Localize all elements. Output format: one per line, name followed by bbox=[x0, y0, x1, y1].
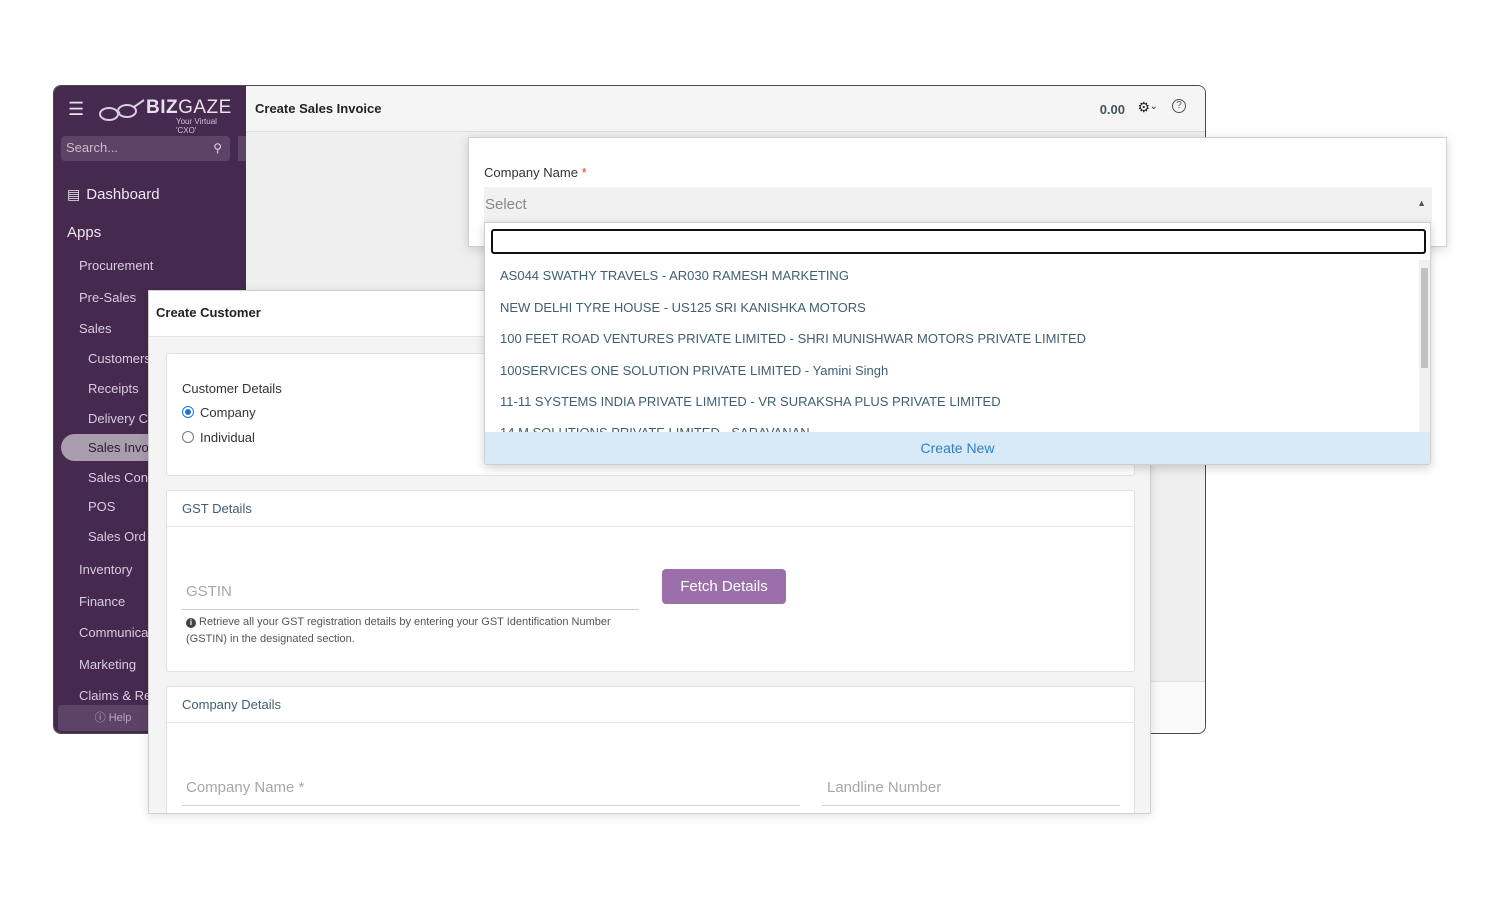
radio-company-label: Company bbox=[200, 405, 256, 420]
radio-company-button[interactable] bbox=[182, 406, 194, 418]
company-name-input[interactable]: Company Name * bbox=[186, 779, 304, 796]
sidebar-search-extra[interactable] bbox=[238, 136, 246, 161]
gstin-underline bbox=[182, 609, 639, 610]
sidebar-apps-heading: Apps bbox=[67, 224, 102, 241]
page-title: Create Sales Invoice bbox=[255, 101, 382, 116]
create-new-button[interactable]: Create New bbox=[485, 432, 1430, 464]
dropdown-option[interactable]: 11-11 SYSTEMS INDIA PRIVATE LIMITED - VR… bbox=[500, 394, 1001, 409]
landline-input[interactable]: Landline Number bbox=[827, 779, 941, 796]
logo-tagline: Your Virtual 'CXO' bbox=[176, 117, 217, 135]
dropdown-option[interactable]: NEW DELHI TYRE HOUSE - US125 SRI KANISHK… bbox=[500, 300, 866, 315]
gst-hint-text: Retrieve all your GST registration detai… bbox=[186, 616, 611, 645]
required-mark: * bbox=[581, 165, 587, 180]
logo-brand: BIZ bbox=[146, 97, 179, 118]
radio-individual-label: Individual bbox=[200, 430, 255, 445]
hamburger-menu-icon[interactable]: ☰ bbox=[68, 100, 84, 118]
company-name-underline bbox=[182, 805, 800, 806]
sidebar-item-procurement[interactable]: Procurement bbox=[79, 258, 271, 273]
dropdown-scrollbar[interactable] bbox=[1419, 260, 1430, 433]
scrollbar-thumb[interactable] bbox=[1421, 268, 1428, 368]
company-card-header: Company Details bbox=[167, 687, 1134, 723]
company-name-label-text: Company Name bbox=[484, 165, 578, 180]
sidebar-header: ☰ BIZGAZE Your Virtual 'CXO' bbox=[54, 86, 246, 135]
company-details-card: Company Details Company Name * Landline … bbox=[166, 686, 1135, 813]
header-amount: 0.00 bbox=[1099, 102, 1125, 117]
sidebar-search-placeholder: Search... bbox=[66, 140, 119, 155]
gst-hint: i Retrieve all your GST registration deta… bbox=[186, 614, 626, 648]
logo-glasses-icon bbox=[99, 99, 145, 121]
search-icon[interactable]: ⚲ bbox=[213, 141, 222, 155]
help-circle-icon: ⓘ bbox=[94, 712, 106, 724]
company-dropdown: AS044 SWATHY TRAVELS - AR030 RAMESH MARK… bbox=[484, 222, 1431, 465]
select-value: Select bbox=[485, 196, 527, 213]
chevron-down-icon[interactable]: ⌄ bbox=[1150, 101, 1158, 112]
gst-card-header: GST Details bbox=[167, 491, 1134, 527]
dropdown-option[interactable]: AS044 SWATHY TRAVELS - AR030 RAMESH MARK… bbox=[500, 268, 849, 283]
customer-details-label: Customer Details bbox=[182, 381, 282, 396]
dropdown-options-list: AS044 SWATHY TRAVELS - AR030 RAMESH MARK… bbox=[485, 260, 1420, 433]
sidebar-help-label: Help bbox=[108, 712, 132, 724]
info-icon: i bbox=[186, 618, 196, 628]
radio-individual[interactable]: Individual bbox=[182, 430, 255, 445]
caret-up-icon[interactable]: ▲ bbox=[1417, 198, 1426, 208]
logo-text: BIZGAZE bbox=[146, 97, 232, 119]
company-details-heading: Company Details bbox=[182, 697, 281, 712]
fetch-details-button[interactable]: Fetch Details bbox=[662, 569, 786, 604]
gst-details-heading: GST Details bbox=[182, 501, 252, 516]
dropdown-search-input[interactable] bbox=[491, 229, 1426, 254]
gstin-input[interactable]: GSTIN bbox=[186, 583, 232, 600]
sidebar-search-input[interactable]: Search... ⚲ bbox=[61, 136, 230, 161]
gear-icon[interactable]: ⚙ bbox=[1137, 99, 1150, 116]
dashboard-icon: ▤ bbox=[67, 186, 81, 202]
company-name-select[interactable]: Select ▲ bbox=[484, 187, 1432, 223]
help-icon[interactable]: ? bbox=[1172, 99, 1186, 113]
dropdown-option[interactable]: 100 FEET ROAD VENTURES PRIVATE LIMITED -… bbox=[500, 331, 1086, 346]
sidebar-item-label: Dashboard bbox=[86, 186, 160, 203]
dropdown-option[interactable]: 100SERVICES ONE SOLUTION PRIVATE LIMITED… bbox=[500, 363, 888, 378]
radio-company[interactable]: Company bbox=[182, 405, 256, 420]
radio-individual-button[interactable] bbox=[182, 431, 194, 443]
logo-brand-2: GAZE bbox=[178, 97, 232, 118]
landline-underline bbox=[822, 805, 1120, 806]
sidebar-item-dashboard[interactable]: ▤ Dashboard bbox=[67, 186, 259, 203]
bizgaze-logo: BIZGAZE Your Virtual 'CXO' bbox=[96, 95, 236, 135]
modal-title: Create Customer bbox=[156, 305, 261, 320]
company-name-label: Company Name * bbox=[484, 165, 587, 180]
gst-details-card: GST Details GSTIN Fetch Details i Retriev… bbox=[166, 490, 1135, 672]
app-header: Create Sales Invoice 0.00 ⚙ ⌄ ? bbox=[246, 86, 1205, 132]
